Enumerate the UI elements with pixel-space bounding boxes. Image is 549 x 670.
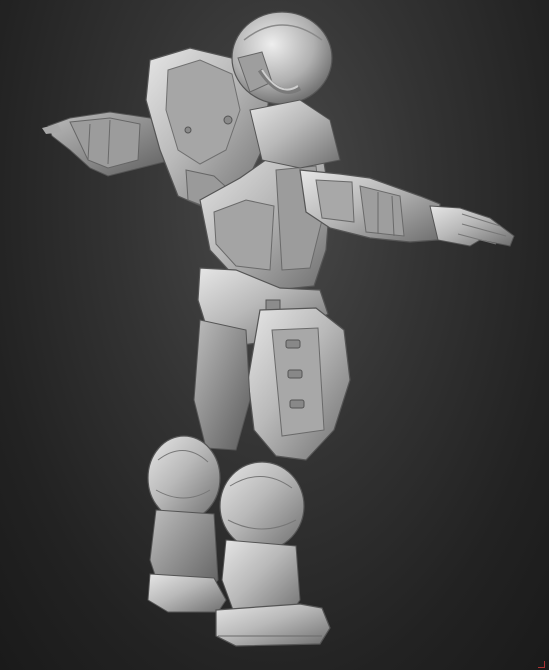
right-leg	[247, 307, 351, 461]
helmet	[231, 11, 333, 105]
left-leg	[193, 319, 251, 451]
viewport	[0, 0, 549, 670]
sculpt-render	[42, 11, 515, 647]
corner-mark	[538, 661, 545, 668]
right-hand	[429, 205, 515, 247]
